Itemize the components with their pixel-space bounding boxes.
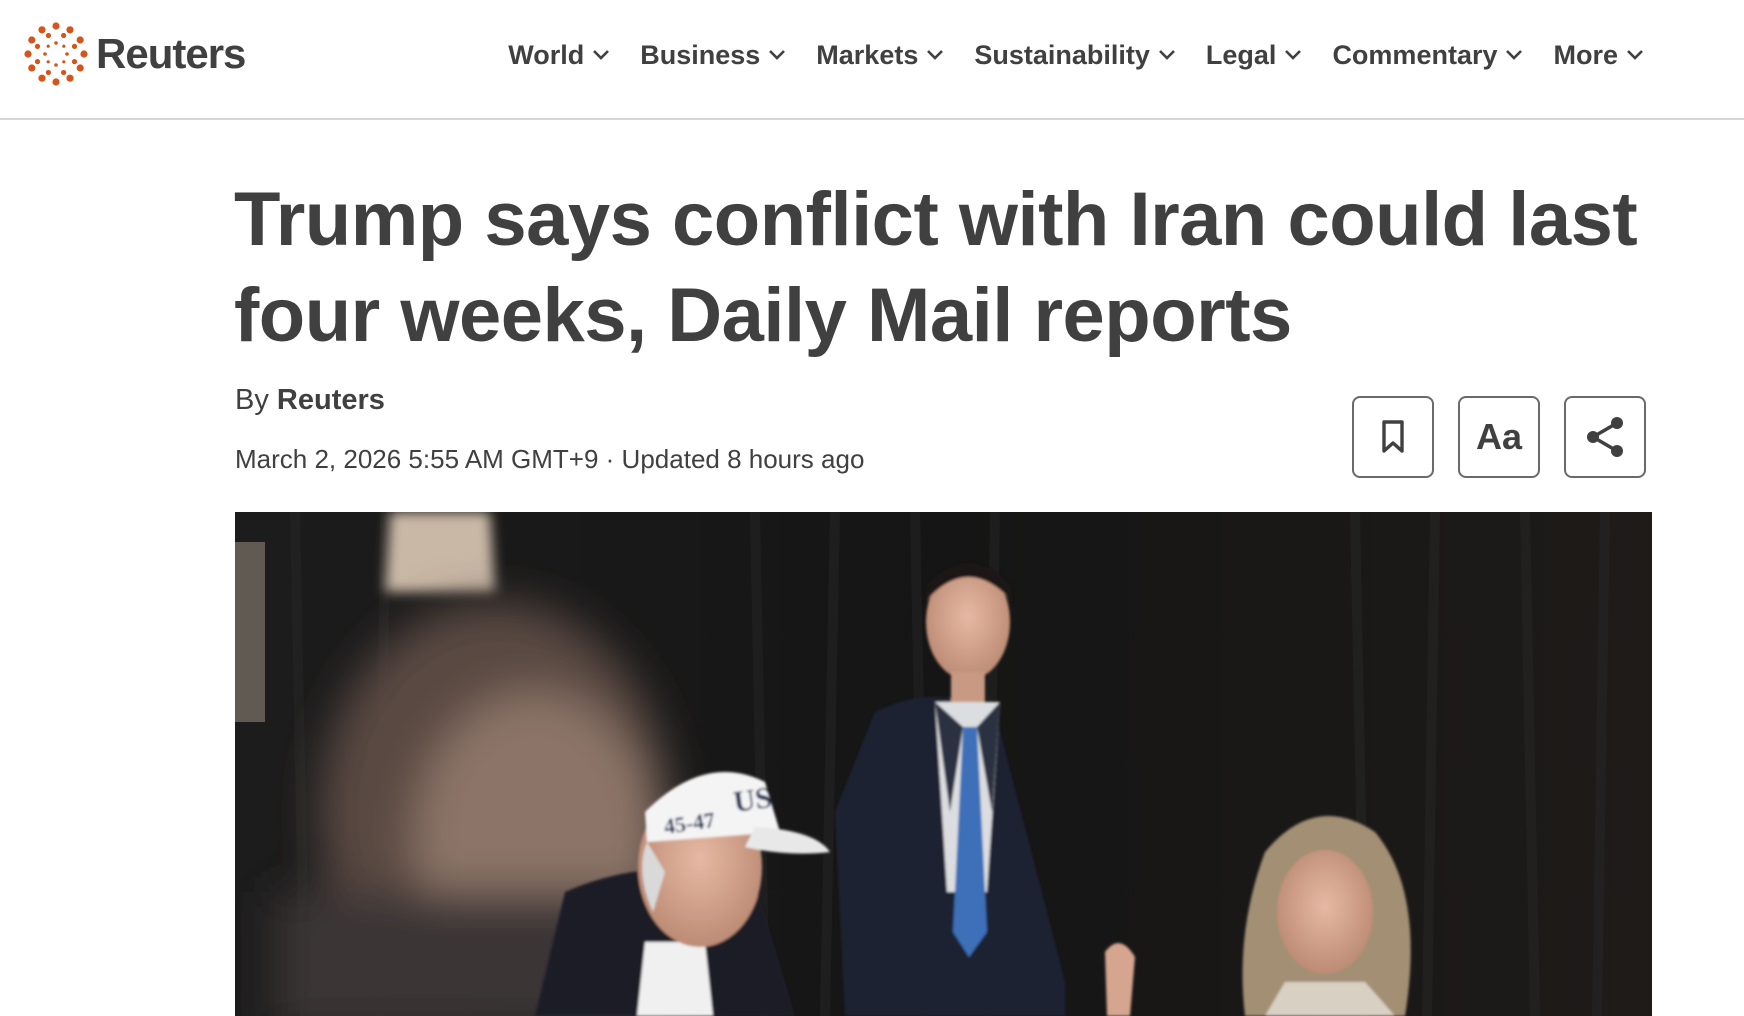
article-byline: By Reuters	[235, 382, 385, 418]
nav-item-label: More	[1553, 40, 1618, 70]
reuters-wordmark: Reuters	[96, 30, 246, 77]
article-dateline: March 2, 2026 5:55 AM GMT+9 · Updated 8 …	[235, 444, 865, 474]
chevron-down-icon	[1285, 50, 1302, 60]
font-size-label: Aa	[1475, 416, 1523, 457]
lead-photo-image: 45-47 US	[235, 512, 1652, 1016]
share-button[interactable]	[1564, 396, 1646, 478]
nav-item-label: Legal	[1205, 40, 1277, 70]
reuters-logo-icon	[24, 22, 88, 86]
chevron-down-icon	[927, 50, 944, 60]
chevron-down-icon	[1627, 50, 1643, 60]
nav-item-label: Commentary	[1332, 40, 1498, 70]
nav-item-sustainability[interactable]: Sustainability	[974, 38, 1176, 72]
nav-item-label: Sustainability	[974, 40, 1150, 70]
article-actions: Aa	[1352, 396, 1646, 478]
main-nav: World Business Markets Sustainability Le…	[508, 38, 1644, 72]
nav-item-more[interactable]: More	[1553, 38, 1644, 72]
byline-prefix: By	[235, 384, 269, 416]
article-headline: Trump says conflict with Iran could last…	[234, 177, 1638, 358]
nav-item-label: World	[508, 40, 585, 70]
reuters-logo[interactable]: Reuters	[24, 22, 246, 86]
chevron-down-icon	[769, 50, 786, 60]
nav-item-commentary[interactable]: Commentary	[1332, 38, 1523, 72]
article-lead-photo[interactable]: 45-47 US	[235, 512, 1652, 1016]
nav-item-business[interactable]: Business	[640, 38, 786, 72]
share-icon	[1587, 417, 1623, 457]
nav-item-legal[interactable]: Legal	[1206, 38, 1303, 72]
chevron-down-icon	[593, 50, 610, 60]
nav-item-label: Business	[640, 40, 761, 70]
cap-lettering-side: US	[731, 781, 774, 819]
nav-item-label: Markets	[816, 40, 919, 70]
nav-item-world[interactable]: World	[508, 38, 610, 72]
author-link[interactable]: Reuters	[277, 384, 385, 416]
font-size-button[interactable]: Aa	[1458, 396, 1540, 478]
site-header: Reuters World Business Markets Sustainab…	[0, 0, 1744, 120]
nav-item-markets[interactable]: Markets	[816, 38, 944, 72]
chevron-down-icon	[1506, 50, 1523, 60]
chevron-down-icon	[1158, 50, 1175, 60]
bookmark-button[interactable]	[1352, 396, 1434, 478]
bookmark-icon	[1382, 420, 1404, 453]
